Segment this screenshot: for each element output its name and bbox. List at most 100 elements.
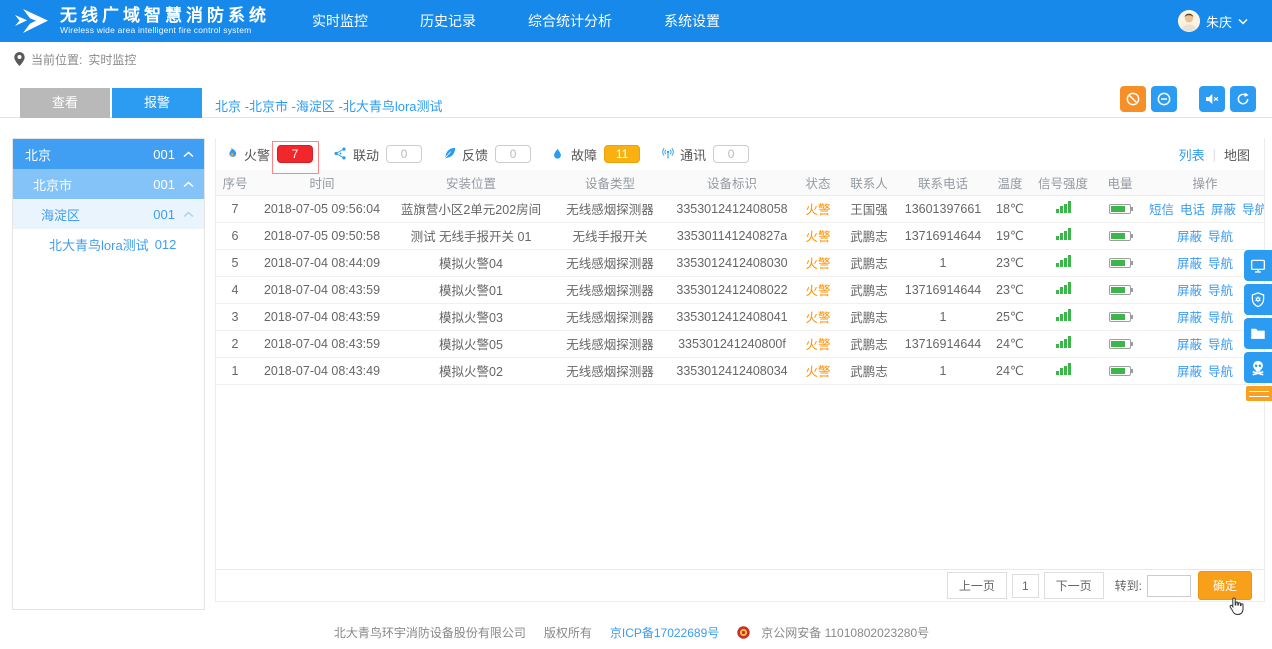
op-mask-link[interactable]: 屏蔽 xyxy=(1211,203,1236,217)
cell-location: 模拟火警05 xyxy=(390,330,552,357)
op-mask-link[interactable]: 屏蔽 xyxy=(1177,230,1202,244)
op-navigate-link[interactable]: 导航 xyxy=(1242,203,1264,217)
column-header: 设备标识 xyxy=(668,170,796,195)
cell-location: 模拟火警02 xyxy=(390,357,552,384)
monitor-icon[interactable] xyxy=(1244,250,1272,281)
logo-arrow-icon xyxy=(14,5,52,37)
cell-time: 2018-07-04 08:44:09 xyxy=(254,249,390,276)
battery-icon xyxy=(1094,303,1146,330)
column-header: 电量 xyxy=(1094,170,1146,195)
cell-location: 模拟火警01 xyxy=(390,276,552,303)
signal-strength-icon xyxy=(1032,276,1094,303)
tree-node-count: 012 xyxy=(155,237,177,252)
op-navigate-link[interactable]: 导航 xyxy=(1208,230,1233,244)
folder-icon[interactable] xyxy=(1244,318,1272,349)
battery-icon xyxy=(1094,276,1146,303)
next-page-button[interactable]: 下一页 xyxy=(1044,572,1104,599)
status-badge: 火警 xyxy=(796,195,840,222)
mute-icon[interactable] xyxy=(1199,86,1225,112)
footer-icp-link[interactable]: 京ICP备17022689号 xyxy=(610,626,719,640)
cell-operations: 屏蔽导航 xyxy=(1146,222,1264,249)
cell-temperature: 18℃ xyxy=(988,195,1032,222)
row-index: 5 xyxy=(216,249,254,276)
cell-device-type: 无线感烟探测器 xyxy=(552,249,668,276)
nav-item-0[interactable]: 实时监控 xyxy=(312,11,368,31)
cell-device-type: 无线感烟探测器 xyxy=(552,330,668,357)
view-toggle-map[interactable]: 地图 xyxy=(1224,145,1250,164)
fault-icon xyxy=(551,146,567,162)
cell-time: 2018-07-05 09:56:04 xyxy=(254,195,390,222)
battery-icon xyxy=(1094,195,1146,222)
filter-chip-fire[interactable]: 火警7 xyxy=(224,145,313,164)
shield-gear-icon[interactable] xyxy=(1244,284,1272,315)
goto-page-input[interactable] xyxy=(1147,575,1191,597)
nav-item-3[interactable]: 系统设置 xyxy=(664,11,720,31)
skull-icon[interactable] xyxy=(1244,352,1272,383)
op-mask-link[interactable]: 屏蔽 xyxy=(1177,284,1202,298)
circle-minus-icon[interactable] xyxy=(1151,86,1177,112)
tree-node-0[interactable]: 北京001 xyxy=(13,139,204,169)
breadcrumb-current: 实时监控 xyxy=(88,51,136,68)
tree-node-1[interactable]: 北京市001 xyxy=(13,169,204,199)
op-navigate-link[interactable]: 导航 xyxy=(1208,284,1233,298)
op-navigate-link[interactable]: 导航 xyxy=(1208,311,1233,325)
confirm-button[interactable]: 确定 xyxy=(1198,571,1252,600)
table-row: 52018-07-04 08:44:09模拟火警04无线感烟探测器3353012… xyxy=(216,249,1264,276)
status-badge: 火警 xyxy=(796,303,840,330)
view-toggle-list[interactable]: 列表 xyxy=(1179,145,1205,164)
cell-device-id: 3353012412408030 xyxy=(668,249,796,276)
tab-view[interactable]: 查看 xyxy=(20,88,110,118)
cell-location: 测试 无线手报开关 01 xyxy=(390,222,552,249)
chevron-down-icon xyxy=(1238,18,1248,25)
nav-item-1[interactable]: 历史记录 xyxy=(420,11,476,31)
op-navigate-link[interactable]: 导航 xyxy=(1208,338,1233,352)
signal-strength-icon xyxy=(1032,357,1094,384)
status-badge: 火警 xyxy=(796,357,840,384)
op-mask-link[interactable]: 屏蔽 xyxy=(1177,257,1202,271)
goto-page-label: 转到: xyxy=(1115,577,1142,594)
dock-orange-tag[interactable] xyxy=(1246,386,1272,401)
op-navigate-link[interactable]: 导航 xyxy=(1208,365,1233,379)
op-mask-link[interactable]: 屏蔽 xyxy=(1177,365,1202,379)
filter-count-badge: 0 xyxy=(386,145,422,163)
toolbar-icons xyxy=(1120,86,1256,112)
user-name: 朱庆 xyxy=(1206,12,1232,31)
cell-device-id: 3353012412408022 xyxy=(668,276,796,303)
cell-operations: 短信电话屏蔽导航 xyxy=(1146,195,1264,222)
op-navigate-link[interactable]: 导航 xyxy=(1208,257,1233,271)
tree-node-2[interactable]: 海淀区001 xyxy=(13,199,204,229)
cell-location: 模拟火警04 xyxy=(390,249,552,276)
op-call-link[interactable]: 电话 xyxy=(1180,203,1205,217)
app-header: 无线广域智慧消防系统 Wireless wide area intelligen… xyxy=(0,0,1272,42)
refresh-icon[interactable] xyxy=(1230,86,1256,112)
table-row: 22018-07-04 08:43:59模拟火警05无线感烟探测器3353012… xyxy=(216,330,1264,357)
battery-icon xyxy=(1094,249,1146,276)
ban-icon[interactable] xyxy=(1120,86,1146,112)
op-sms-link[interactable]: 短信 xyxy=(1149,203,1174,217)
cell-temperature: 23℃ xyxy=(988,249,1032,276)
footer-police-record: 京公网安备 11010802023280号 xyxy=(737,626,938,640)
cell-time: 2018-07-05 09:50:58 xyxy=(254,222,390,249)
cell-time: 2018-07-04 08:43:49 xyxy=(254,357,390,384)
op-mask-link[interactable]: 屏蔽 xyxy=(1177,338,1202,352)
page-number[interactable]: 1 xyxy=(1012,574,1039,598)
column-header: 序号 xyxy=(216,170,254,195)
filter-chip-comm[interactable]: 通讯0 xyxy=(660,145,749,164)
prev-page-button[interactable]: 上一页 xyxy=(947,572,1007,599)
nav-item-2[interactable]: 综合统计分析 xyxy=(528,11,612,31)
filter-chip-linkage[interactable]: 联动0 xyxy=(333,145,422,164)
cell-time: 2018-07-04 08:43:59 xyxy=(254,330,390,357)
user-menu[interactable]: 朱庆 xyxy=(1178,10,1248,32)
breadcrumb-prefix: 当前位置: xyxy=(31,51,82,68)
tree-node-count: 001 xyxy=(153,147,175,162)
column-header: 状态 xyxy=(796,170,840,195)
tree-node-3[interactable]: 北大青鸟lora测试012 xyxy=(13,229,204,259)
cell-time: 2018-07-04 08:43:59 xyxy=(254,303,390,330)
filter-chip-feedback[interactable]: 反馈0 xyxy=(442,145,531,164)
cell-location: 蓝旗营小区2单元202房间 xyxy=(390,195,552,222)
op-mask-link[interactable]: 屏蔽 xyxy=(1177,311,1202,325)
column-header: 设备类型 xyxy=(552,170,668,195)
filter-chip-fault[interactable]: 故障11 xyxy=(551,145,640,164)
tab-alarm[interactable]: 报警 xyxy=(112,88,202,118)
table-row: 12018-07-04 08:43:49模拟火警02无线感烟探测器3353012… xyxy=(216,357,1264,384)
